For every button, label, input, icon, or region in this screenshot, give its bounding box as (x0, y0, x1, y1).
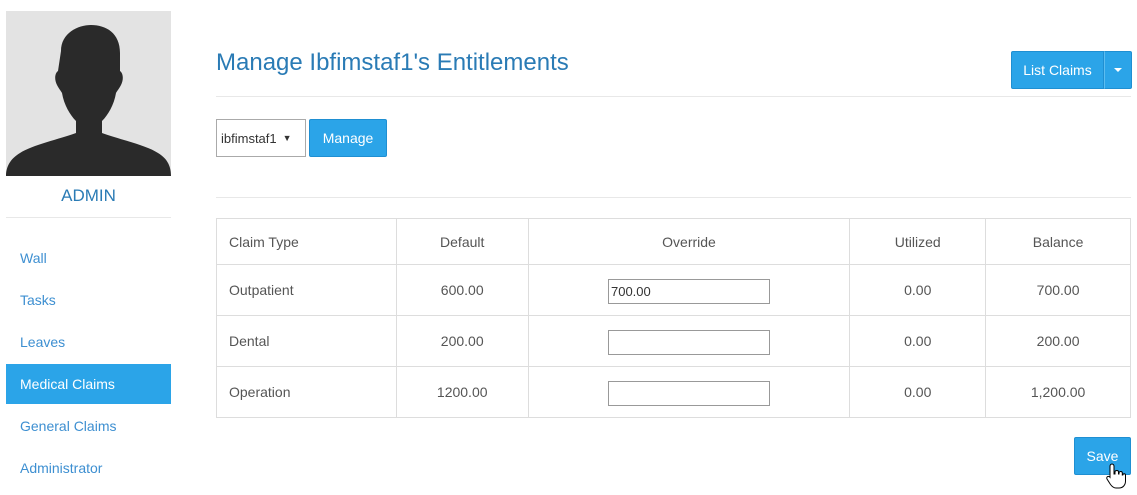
sidebar-item-general-claims[interactable]: General Claims (6, 406, 171, 446)
list-claims-split-button: List Claims (1011, 51, 1132, 89)
sidebar-nav: Wall Tasks Leaves Medical Claims General… (6, 238, 171, 488)
cell-claim-type: Dental (216, 315, 397, 367)
cell-override (527, 264, 851, 316)
override-input[interactable] (607, 279, 770, 304)
sidebar-item-wall[interactable]: Wall (6, 238, 171, 278)
cell-default: 600.00 (395, 264, 529, 316)
column-header-default: Default (395, 218, 529, 265)
column-header-balance: Balance (985, 218, 1131, 265)
chevron-down-icon: ▼ (282, 133, 292, 143)
cell-utilized: 0.00 (849, 264, 987, 316)
cell-balance: 1,200.00 (985, 366, 1131, 418)
staff-select-value: ibfimstaf1 (221, 130, 277, 146)
cell-claim-type: Outpatient (216, 264, 397, 316)
sidebar-item-leaves[interactable]: Leaves (6, 322, 171, 362)
sidebar-item-tasks[interactable]: Tasks (6, 280, 171, 320)
column-header-override: Override (527, 218, 851, 265)
cell-utilized: 0.00 (849, 366, 987, 418)
column-header-utilized: Utilized (849, 218, 987, 265)
hand-pointer-icon (1106, 463, 1126, 489)
staff-select[interactable]: ibfimstaf1 ▼ (216, 119, 306, 157)
cell-balance: 700.00 (985, 264, 1131, 316)
cell-default: 1200.00 (395, 366, 529, 418)
table-header-row: Claim Type Default Override Utilized Bal… (216, 218, 1131, 265)
cell-override (527, 366, 851, 418)
list-claims-dropdown-toggle[interactable] (1104, 51, 1132, 89)
chevron-down-icon (1114, 68, 1122, 72)
table-row: Dental 200.00 0.00 200.00 (216, 315, 1131, 367)
sidebar-item-administrator[interactable]: Administrator (6, 448, 171, 488)
sidebar: ADMIN Wall Tasks Leaves Medical Claims G… (6, 11, 171, 490)
sidebar-username: ADMIN (6, 176, 171, 218)
table-row: Outpatient 600.00 0.00 700.00 (216, 264, 1131, 316)
cell-override (527, 315, 851, 367)
divider (216, 197, 1131, 198)
divider (216, 96, 1131, 97)
cell-balance: 200.00 (985, 315, 1131, 367)
avatar (6, 11, 171, 176)
page-title: Manage Ibfimstaf1's Entitlements (216, 49, 569, 76)
override-input[interactable] (607, 330, 770, 355)
sidebar-item-medical-claims[interactable]: Medical Claims (6, 364, 171, 404)
cell-default: 200.00 (395, 315, 529, 367)
cell-utilized: 0.00 (849, 315, 987, 367)
list-claims-button[interactable]: List Claims (1011, 51, 1104, 89)
manage-button[interactable]: Manage (309, 119, 387, 157)
column-header-claim-type: Claim Type (216, 218, 397, 265)
override-input[interactable] (607, 381, 770, 406)
table-row: Operation 1200.00 0.00 1,200.00 (216, 366, 1131, 418)
person-silhouette-icon (6, 25, 171, 176)
entitlements-table: Claim Type Default Override Utilized Bal… (216, 218, 1131, 418)
cell-claim-type: Operation (216, 366, 397, 418)
